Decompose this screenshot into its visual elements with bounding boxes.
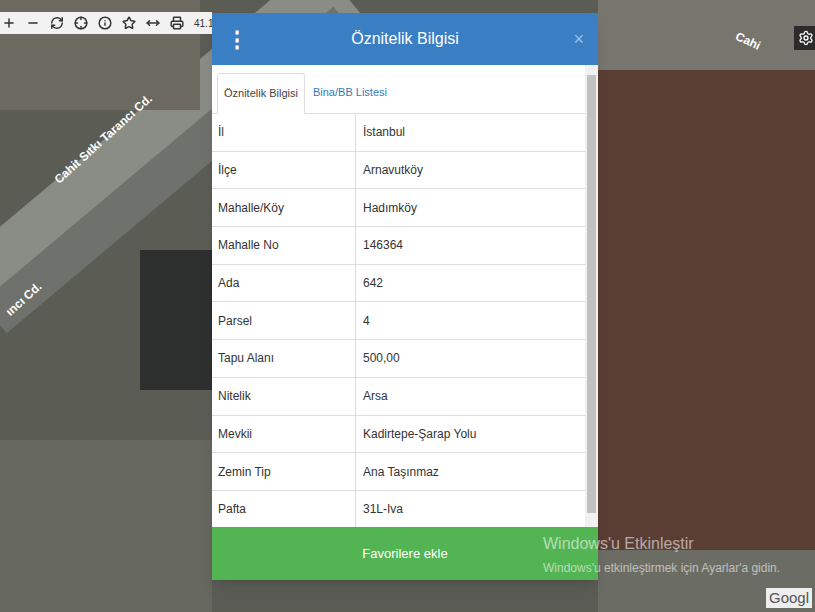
- table-row: Zemin TipAna Taşınmaz: [212, 453, 585, 491]
- favorite-button[interactable]: Favorilere ekle: [212, 527, 598, 580]
- scrollbar[interactable]: [585, 65, 598, 527]
- dialog-body: Öznitelik BilgisiBina/BB Listesiİlİstanb…: [212, 65, 598, 527]
- crosshair-icon[interactable]: [74, 16, 88, 30]
- dialog-title: Öznitelik Bilgisi: [246, 27, 564, 51]
- row-label: Zemin Tip: [212, 453, 356, 490]
- row-label: Mevkii: [212, 416, 356, 453]
- zoom-in-icon[interactable]: [2, 16, 16, 30]
- row-value: Kadirtepe-Şarap Yolu: [356, 416, 585, 453]
- row-value: İstanbul: [356, 114, 585, 151]
- row-value: Ana Taşınmaz: [356, 453, 585, 490]
- row-label: Mahalle/Köy: [212, 189, 356, 226]
- tab[interactable]: Öznitelik Bilgisi: [217, 73, 305, 114]
- table-row: NitelikArsa: [212, 378, 585, 416]
- gear-icon: [798, 30, 814, 46]
- menu-button[interactable]: ⋮: [226, 23, 246, 56]
- row-label: Ada: [212, 265, 356, 302]
- row-label: Mahalle No: [212, 227, 356, 264]
- row-value: Arnavutköy: [356, 152, 585, 189]
- row-label: İlçe: [212, 152, 356, 189]
- row-value: 146364: [356, 227, 585, 264]
- row-value: 500,00: [356, 340, 585, 377]
- table-row: Tapu Alanı500,00: [212, 340, 585, 378]
- table-row: Mahalle No146364: [212, 227, 585, 265]
- attribute-dialog: ⋮Öznitelik Bilgisi×Öznitelik BilgisiBina…: [212, 13, 598, 580]
- map-page: Cahit Sıtkı Tarancı Cd.ıncı Cd.Cahi41.1G…: [0, 0, 815, 612]
- row-label: Parsel: [212, 302, 356, 339]
- map-toolbar: 41.1: [0, 12, 212, 34]
- row-value: 642: [356, 265, 585, 302]
- star-icon[interactable]: [122, 16, 136, 30]
- table-row: Pafta31L-Iva: [212, 491, 585, 527]
- print-icon[interactable]: [170, 16, 184, 30]
- table-row: Parsel4: [212, 302, 585, 340]
- row-label: Nitelik: [212, 378, 356, 415]
- google-logo: Googl: [766, 588, 812, 608]
- settings-button[interactable]: [794, 26, 815, 50]
- activation-watermark: Windows'u EtkinleştirWindows'u etkinleşt…: [543, 534, 780, 578]
- measure-icon[interactable]: [146, 16, 160, 30]
- attribute-table: İlİstanbulİlçeArnavutköyMahalle/KöyHadım…: [212, 114, 585, 527]
- row-label: Tapu Alanı: [212, 340, 356, 377]
- close-button[interactable]: ×: [564, 26, 584, 53]
- row-value: 4: [356, 302, 585, 339]
- tab[interactable]: Bina/BB Listesi: [305, 72, 395, 113]
- tab-bar: Öznitelik BilgisiBina/BB Listesi: [212, 65, 585, 114]
- table-row: İlçeArnavutköy: [212, 152, 585, 190]
- table-row: İlİstanbul: [212, 114, 585, 152]
- row-label: Pafta: [212, 491, 356, 527]
- table-row: MevkiiKadirtepe-Şarap Yolu: [212, 416, 585, 454]
- row-value: Hadımköy: [356, 189, 585, 226]
- refresh-icon[interactable]: [50, 16, 64, 30]
- table-row: Ada642: [212, 265, 585, 303]
- scrollbar-thumb[interactable]: [587, 75, 596, 513]
- zoom-out-icon[interactable]: [26, 16, 40, 30]
- row-value: 31L-Iva: [356, 491, 585, 527]
- table-row: Mahalle/KöyHadımköy: [212, 189, 585, 227]
- dialog-header: ⋮Öznitelik Bilgisi×: [212, 13, 598, 65]
- coordinate-text: 41.1: [194, 16, 212, 31]
- info-icon[interactable]: [98, 16, 112, 30]
- row-label: İl: [212, 114, 356, 151]
- row-value: Arsa: [356, 378, 585, 415]
